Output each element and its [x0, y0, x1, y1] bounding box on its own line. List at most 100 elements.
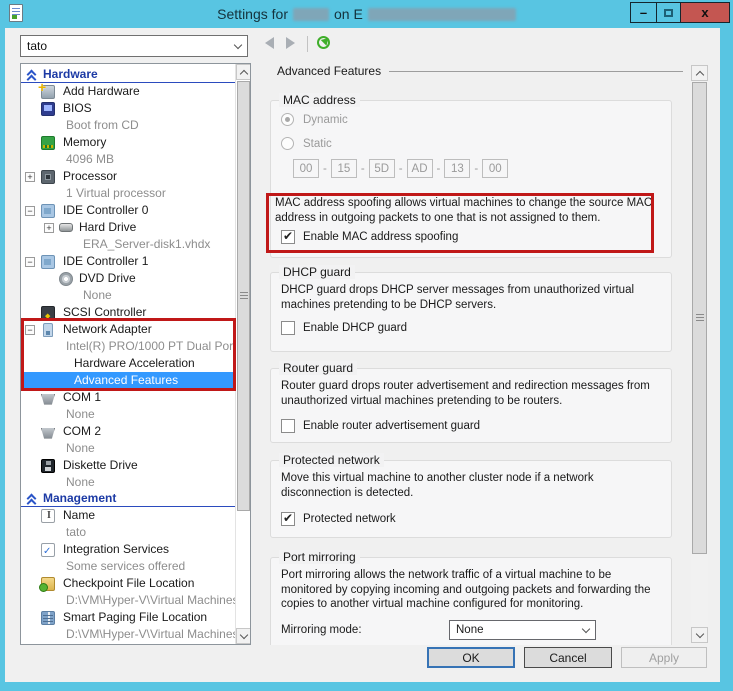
sidebar-item-ide-controller-0[interactable]: IDE Controller 0 [21, 202, 235, 219]
title-connector: on E [334, 6, 363, 22]
expander-minus-icon[interactable] [25, 206, 35, 216]
titlebar: Settings for on E – x [0, 0, 733, 28]
sidebar-item-dvd-drive[interactable]: DVD Drive [21, 270, 235, 287]
sidebar-header-hardware[interactable]: Hardware [21, 67, 235, 83]
hyperv-settings-window: Settings for on E – x tato HardwareAdd H… [0, 0, 733, 691]
mac-segment-1[interactable]: 00 [293, 159, 319, 178]
mac-segment-5[interactable]: 13 [444, 159, 470, 178]
mac-segment-4[interactable]: AD [407, 159, 433, 178]
mirroring-mode-select[interactable]: None [449, 620, 596, 640]
sidebar-item-label: Network Adapter [63, 321, 152, 338]
sidebar-item-label: SCSI Controller [63, 304, 146, 321]
scroll-up-button[interactable] [691, 65, 708, 81]
mac-address-fields: 00- 15- 5D- AD- 13- 00 [293, 159, 508, 178]
scrollbar-thumb[interactable] [692, 82, 707, 554]
protected-network-description: Move this virtual machine to another clu… [281, 471, 665, 500]
close-icon: x [701, 5, 708, 20]
sidebar-item-subtext: Intel(R) PRO/1000 PT Dual Por... [21, 338, 235, 355]
enable-dhcp-guard-checkbox[interactable] [281, 321, 295, 335]
sidebar-item-name[interactable]: Name [21, 507, 235, 524]
sidebar-item-checkpoint-file-location[interactable]: Checkpoint File Location [21, 575, 235, 592]
dvd-icon [59, 272, 73, 286]
mac-segment-6[interactable]: 00 [482, 159, 508, 178]
sidebar-item-hardware-acceleration[interactable]: Hardware Acceleration [21, 355, 235, 372]
com-icon [41, 425, 55, 439]
sidebar-item-smart-paging-file-location[interactable]: Smart Paging File Location [21, 609, 235, 626]
sidebar-item-network-adapter[interactable]: Network Adapter [21, 321, 235, 338]
sidebar-item-advanced-features[interactable]: Advanced Features [21, 372, 235, 389]
sidebar-item-label: Smart Paging File Location [63, 609, 207, 626]
protected-network-group-label: Protected network [279, 453, 384, 467]
router-guard-group: Router guardRouter guard drops router ad… [270, 368, 672, 443]
sidebar-item-sublabel: ERA_Server-disk1.vhdx [83, 236, 210, 253]
sidebar-item-label: BIOS [63, 100, 92, 117]
sidebar-item-integration-services[interactable]: Integration Services [21, 541, 235, 558]
sidebar-item-bios[interactable]: BIOS [21, 100, 235, 117]
minimize-button[interactable]: – [630, 2, 656, 23]
chevron-double-up-icon [27, 494, 36, 505]
sidebar-item-ide-controller-1[interactable]: IDE Controller 1 [21, 253, 235, 270]
ok-button[interactable]: OK [427, 647, 515, 668]
memory-icon [41, 136, 55, 150]
sidebar-item-add-hardware[interactable]: Add Hardware [21, 83, 235, 100]
port-mirroring-description: Port mirroring allows the network traffi… [281, 568, 665, 612]
router-guard-description: Router guard drops router advertisement … [281, 379, 665, 408]
sidebar-item-hard-drive[interactable]: Hard Drive [21, 219, 235, 236]
panel-scrollbar[interactable] [691, 65, 708, 643]
name-icon [41, 509, 55, 523]
refresh-icon[interactable] [317, 36, 330, 49]
mirroring-mode-label: Mirroring mode: [281, 624, 449, 636]
sidebar-item-com-1[interactable]: COM 1 [21, 389, 235, 406]
window-title: Settings for on E [0, 0, 733, 28]
sidebar-item-label: Checkpoint File Location [63, 575, 194, 592]
sidebar-item-label: Add Hardware [63, 83, 140, 100]
maximize-button[interactable] [656, 2, 681, 23]
hard-drive-icon [59, 223, 73, 232]
dynamic-radio-label: Dynamic [303, 114, 348, 126]
scroll-down-button[interactable] [236, 628, 251, 644]
sidebar-item-subtext: None [21, 406, 235, 423]
sidebar-item-scsi-controller[interactable]: SCSI Controller [21, 304, 235, 321]
sidebar-item-subtext: None [21, 440, 235, 457]
mac-segment-2[interactable]: 15 [331, 159, 357, 178]
close-button[interactable]: x [681, 2, 730, 23]
sidebar-header-management[interactable]: Management [21, 491, 235, 507]
scrollbar-thumb[interactable] [237, 81, 250, 511]
sidebar-item-label: Advanced Features [74, 372, 178, 389]
vm-selector[interactable]: tato [20, 35, 248, 57]
forward-button[interactable] [286, 37, 295, 49]
sidebar-item-com-2[interactable]: COM 2 [21, 423, 235, 440]
sidebar-item-sublabel: None [66, 474, 95, 491]
enable-mac-spoofing-checkbox[interactable] [281, 230, 295, 244]
sidebar-item-processor[interactable]: Processor [21, 168, 235, 185]
sidebar-header-label: Hardware [43, 67, 98, 82]
sidebar-item-subtext: D:\VM\Hyper-V\Virtual Machines [21, 626, 235, 643]
sidebar-item-subtext: tato [21, 524, 235, 541]
cancel-button[interactable]: Cancel [524, 647, 612, 668]
checkpoint-icon [41, 577, 55, 591]
sidebar-scrollbar[interactable] [235, 64, 250, 644]
sidebar-item-label: Memory [63, 134, 106, 151]
sidebar-item-subtext: ERA_Server-disk1.vhdx [21, 236, 235, 253]
sidebar-item-diskette-drive[interactable]: Diskette Drive [21, 457, 235, 474]
expander-plus-icon[interactable] [44, 223, 54, 233]
dhcp-guard-description: DHCP guard drops DHCP server messages fr… [281, 283, 665, 312]
chevron-up-icon [239, 69, 247, 77]
dynamic-radio[interactable] [281, 113, 294, 126]
sidebar-item-memory[interactable]: Memory [21, 134, 235, 151]
back-button[interactable] [265, 37, 274, 49]
sidebar-item-subtext: None [21, 474, 235, 491]
expander-minus-icon[interactable] [25, 257, 35, 267]
scroll-down-button[interactable] [691, 627, 708, 643]
scroll-up-button[interactable] [236, 64, 251, 80]
mac-segment-3[interactable]: 5D [369, 159, 395, 178]
expander-minus-icon[interactable] [25, 325, 35, 335]
router-guard-group-label: Router guard [279, 361, 357, 375]
toolbar-separator [307, 36, 308, 52]
protected-network-checkbox[interactable] [281, 512, 295, 526]
enable-router-advertisement-guard-checkbox[interactable] [281, 419, 295, 433]
expander-plus-icon[interactable] [25, 172, 35, 182]
static-radio[interactable] [281, 137, 294, 150]
apply-button[interactable]: Apply [621, 647, 707, 668]
sidebar-item-label: IDE Controller 1 [63, 253, 148, 270]
